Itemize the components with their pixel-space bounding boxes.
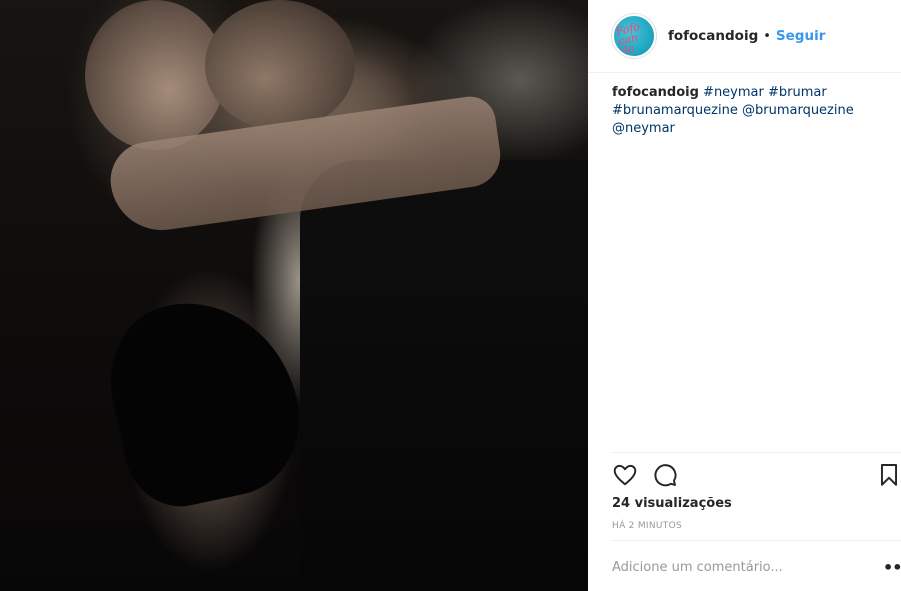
follow-button[interactable]: Seguir [776,28,825,44]
post-side-panel: Fofo can do fofocandoig • Seguir fofocan… [588,0,901,591]
caption-mention-neymar[interactable]: @neymar [612,121,675,136]
post-header: Fofo can do fofocandoig • Seguir [588,0,901,73]
caption-tag-brumar[interactable]: #brumar [768,85,827,100]
comment-input[interactable] [612,560,842,575]
comment-divider [612,540,901,541]
speech-bubble-icon[interactable] [652,462,678,488]
post-caption: fofocandoig #neymar #brumar #brunamarque… [612,84,882,138]
header-username[interactable]: fofocandoig [668,28,758,44]
heart-icon[interactable] [612,462,638,488]
person-left-head [85,0,225,150]
caption-tag-brunamarquezine[interactable]: #brunamarquezine [612,103,738,118]
caption-tag-neymar[interactable]: #neymar [703,85,764,100]
person-right-suit [300,160,588,591]
header-separator: • [763,28,771,44]
view-count[interactable]: 24 visualizações [612,496,732,511]
post-timestamp[interactable]: HÁ 2 MINUTOS [612,521,682,531]
post-video[interactable] [0,0,588,591]
caption-username[interactable]: fofocandoig [612,85,699,100]
person-right-head [205,0,355,130]
caption-mention-brumarquezine[interactable]: @brumarquezine [742,103,854,118]
avatar[interactable]: Fofo can do [612,14,656,58]
person-left-dress [96,283,314,517]
actions-divider [612,452,901,453]
avatar-logo-text: Fofo can do [614,19,642,58]
bookmark-icon[interactable] [876,462,901,488]
post-actions [612,462,901,490]
more-options-icon[interactable]: ••• [883,560,901,576]
